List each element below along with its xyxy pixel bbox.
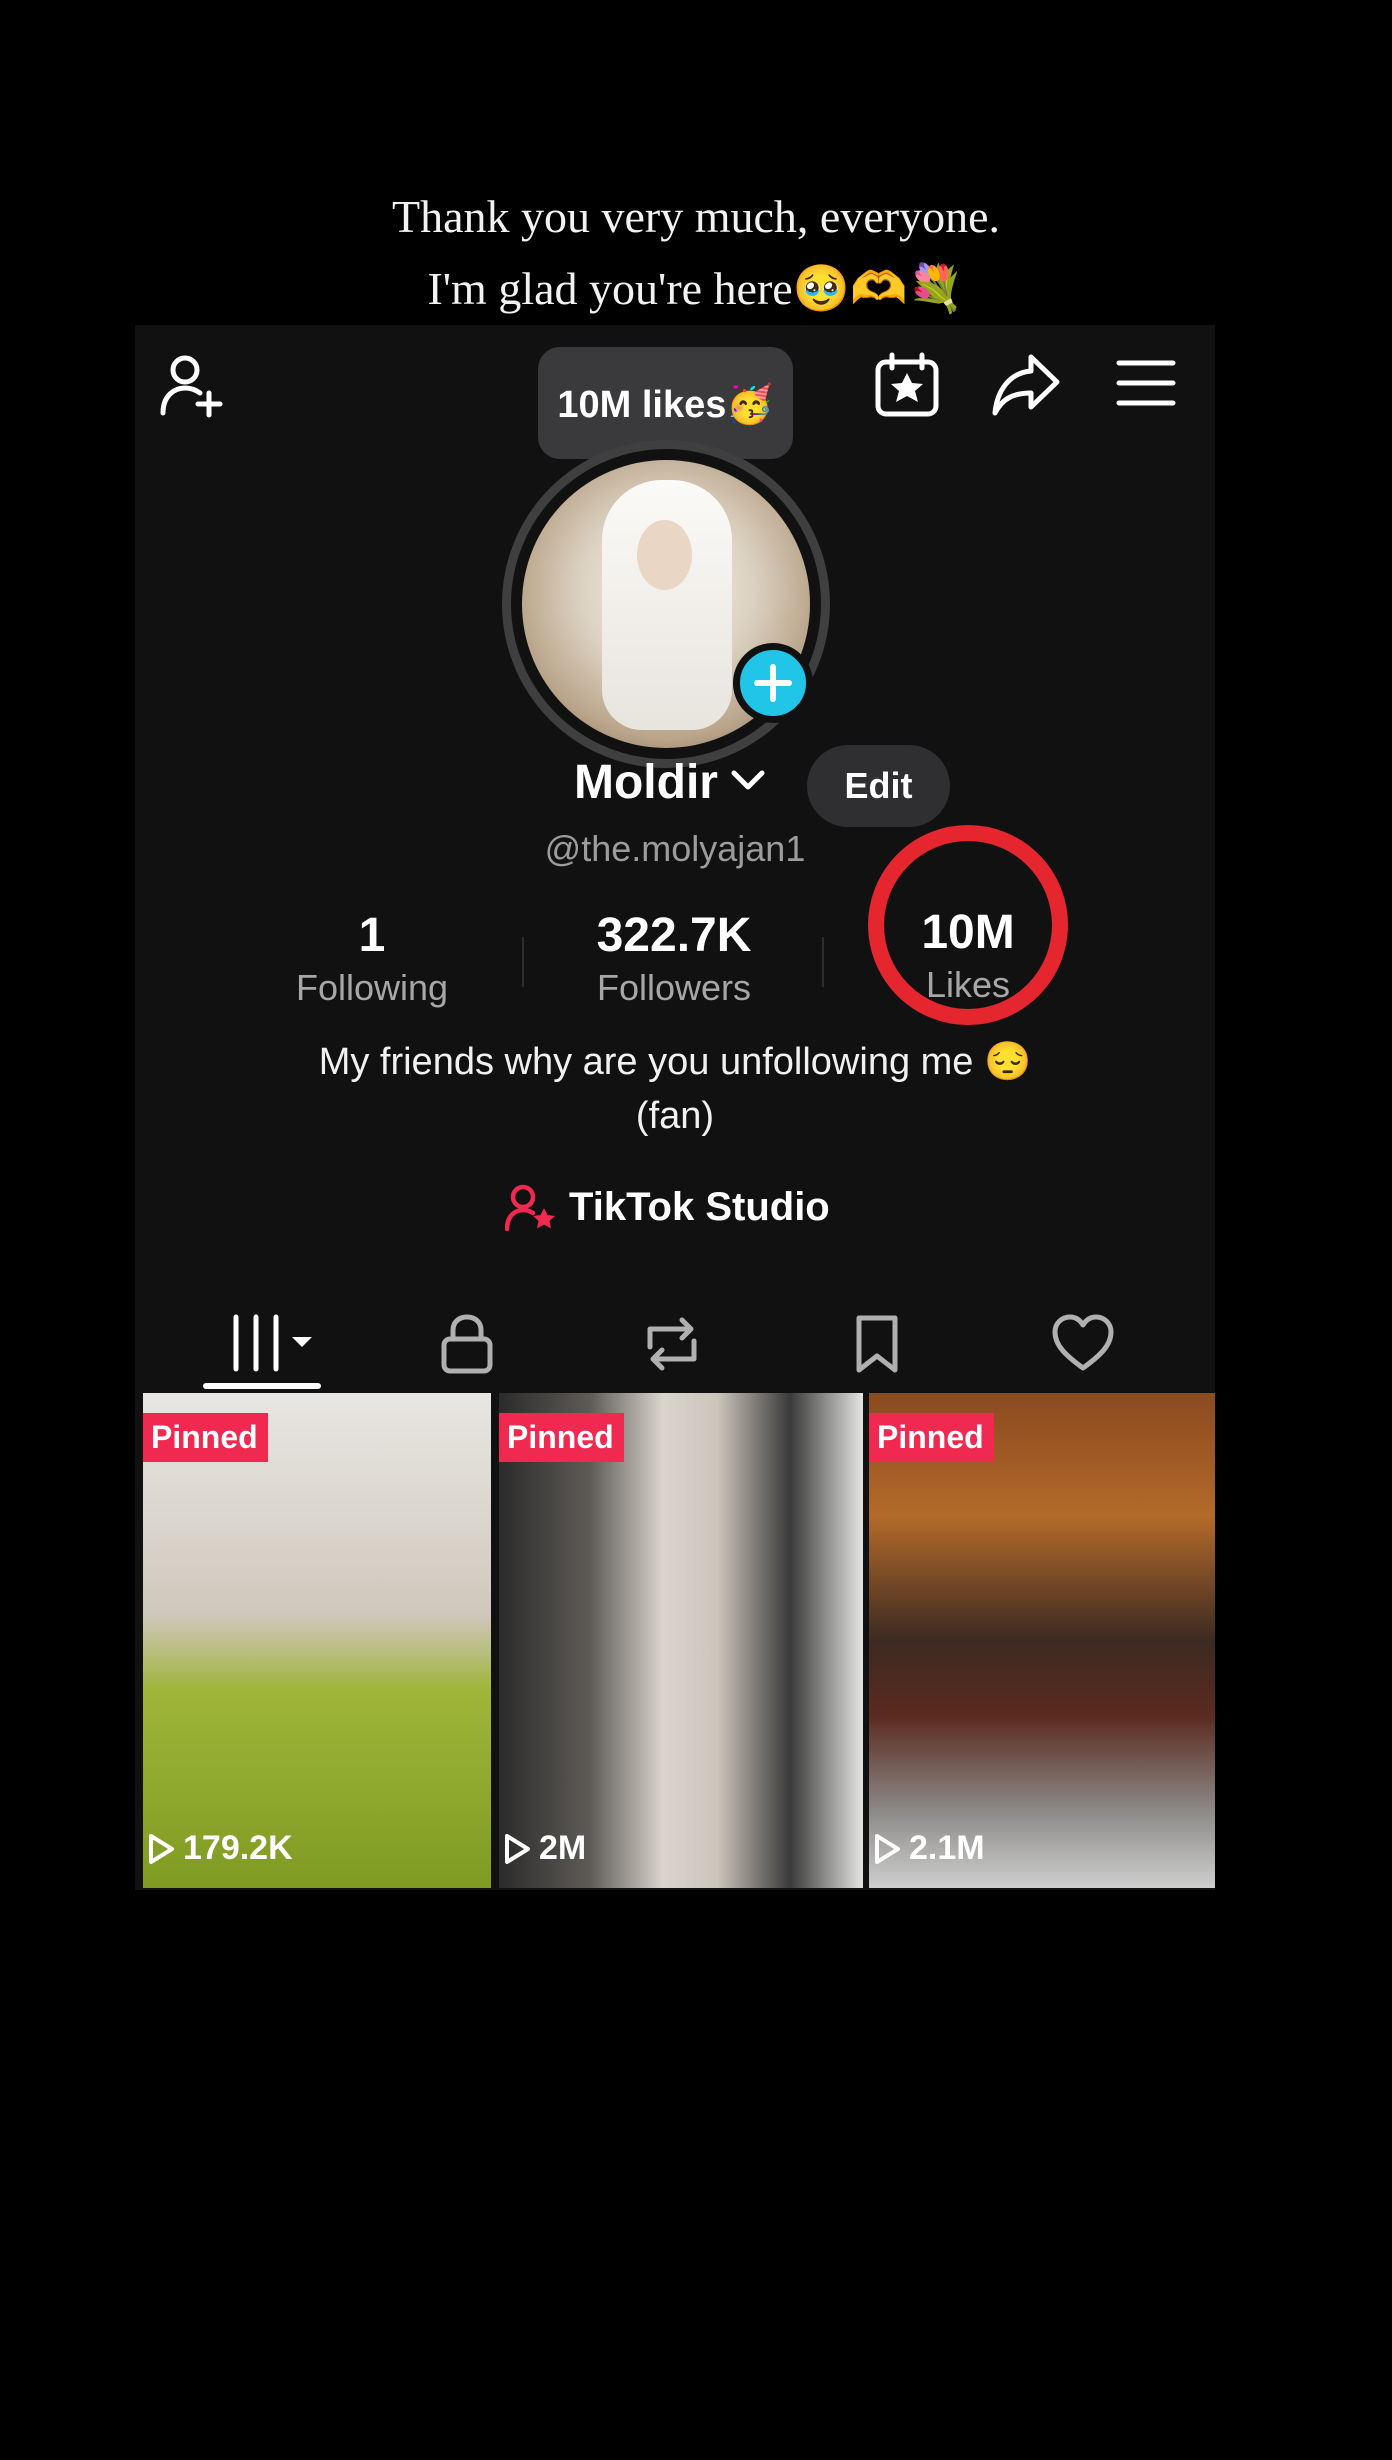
following-count[interactable]: 1	[222, 908, 522, 963]
edit-profile-button[interactable]: Edit	[807, 745, 950, 827]
bookmark-icon[interactable]	[853, 1313, 901, 1375]
creator-star-icon	[505, 1183, 557, 1233]
likes-highlight-circle	[868, 825, 1068, 1025]
bio-line-1: My friends why are you unfollowing me 😔	[318, 1041, 1032, 1083]
share-icon[interactable]	[991, 351, 1061, 419]
view-count: 2.1M	[873, 1829, 985, 1868]
view-count-text: 179.2K	[183, 1829, 293, 1867]
play-icon	[875, 1833, 900, 1864]
caption-line-1: Thank you very much, everyone.	[391, 191, 1001, 242]
view-count: 179.2K	[147, 1829, 293, 1868]
pinned-badge: Pinned	[499, 1413, 624, 1462]
likes-tooltip-text: 10M likes🥳	[557, 384, 774, 426]
bio-line-2: (fan)	[635, 1095, 715, 1137]
profile-name: Moldir	[574, 756, 718, 809]
profile-screen: 10M likes🥳 Moldir Edit @the.molyajan1 1 …	[135, 325, 1215, 1890]
caption-line-2: I'm glad you're here🥹🫶💐	[427, 263, 965, 314]
followers-count[interactable]: 322.7K	[524, 908, 824, 963]
pinned-badge: Pinned	[143, 1413, 268, 1462]
active-tab-indicator	[203, 1383, 321, 1389]
avatar-face	[637, 520, 692, 590]
view-count-text: 2.1M	[909, 1829, 985, 1867]
profile-handle: @the.molyajan1	[544, 828, 806, 869]
view-count-text: 2M	[539, 1829, 587, 1867]
repost-icon[interactable]	[640, 1313, 704, 1375]
followers-label[interactable]: Followers	[524, 967, 824, 1009]
pinned-badge: Pinned	[869, 1413, 994, 1462]
lock-icon[interactable]	[439, 1313, 495, 1375]
videos-grid-icon[interactable]	[230, 1313, 320, 1373]
calendar-star-icon[interactable]	[873, 351, 941, 419]
video-thumbnail[interactable]: Pinned 2M	[499, 1393, 863, 1888]
video-thumbnail[interactable]: Pinned 2.1M	[869, 1393, 1215, 1888]
avatar-veil	[602, 480, 732, 730]
add-story-plus-icon[interactable]	[733, 643, 813, 723]
play-icon	[505, 1833, 530, 1864]
view-count: 2M	[503, 1829, 586, 1868]
heart-icon[interactable]	[1051, 1313, 1115, 1373]
add-friend-icon[interactable]	[157, 351, 227, 421]
play-icon	[149, 1833, 174, 1864]
chevron-down-icon[interactable]	[730, 765, 766, 795]
menu-icon[interactable]	[1115, 355, 1177, 411]
video-thumbnail[interactable]: Pinned 179.2K	[143, 1393, 491, 1888]
tiktok-studio-link[interactable]: TikTok Studio	[569, 1185, 830, 1230]
following-label[interactable]: Following	[222, 967, 522, 1009]
